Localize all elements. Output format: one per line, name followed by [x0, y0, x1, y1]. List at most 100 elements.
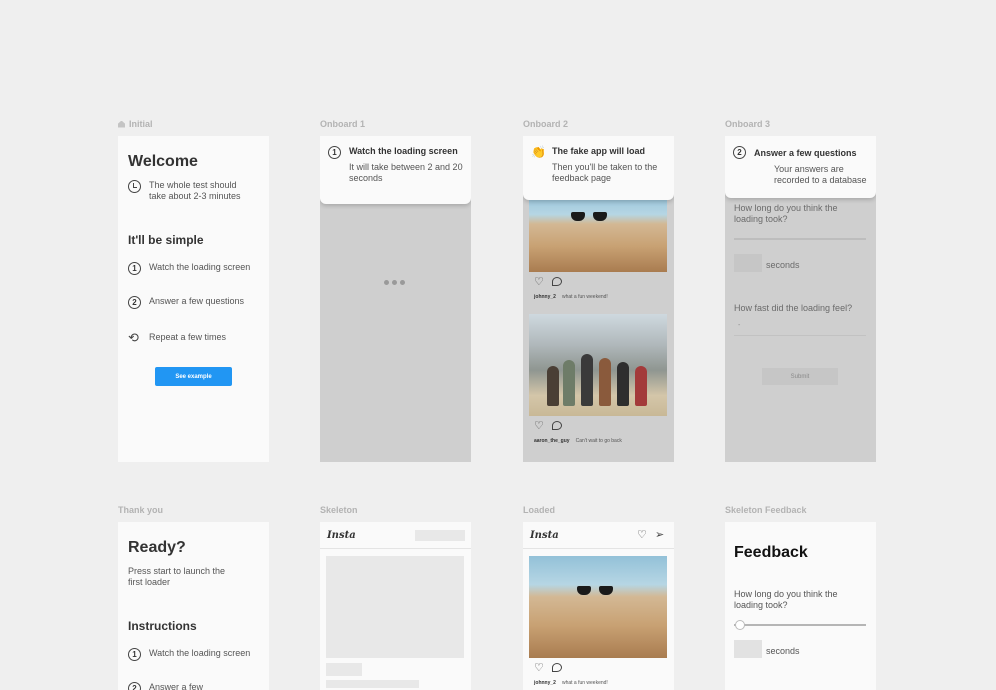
skeleton-topbar: Insta [320, 522, 471, 549]
frame-label-skeleton-feedback: Skeleton Feedback [725, 505, 807, 515]
thank-you-frame: Ready? Press start to launch the first l… [118, 522, 269, 690]
post-2-photo [529, 314, 667, 416]
instruction-2: 2 Answer a few [128, 682, 253, 690]
comment-icon[interactable] [551, 663, 562, 672]
hiker-shape [563, 360, 575, 406]
loading-dot [384, 280, 389, 285]
step-number-1-icon: 1 [128, 262, 141, 275]
onboard-3-frame: How long do you think the loading took? … [725, 136, 876, 462]
seconds-input[interactable] [734, 254, 762, 272]
ready-intro: Press start to launch the first loader [128, 566, 226, 587]
popup-subtitle: It will take between 2 and 20 seconds [349, 162, 463, 183]
feedback-title: Feedback [734, 544, 808, 561]
step-3: ⟲ Repeat a few times [128, 330, 253, 345]
heart-icon[interactable]: ♡ [534, 421, 544, 432]
hiker-shape [581, 354, 593, 406]
sunglasses-shape [571, 212, 607, 222]
step-1: 1 Watch the loading screen [128, 262, 253, 275]
step-2: 2 Answer a few questions [128, 296, 253, 309]
post-1-actions: ♡ [534, 277, 562, 288]
heart-icon[interactable]: ♡ [534, 277, 544, 288]
frame-label-onboard-3: Onboard 3 [725, 119, 771, 129]
loading-dot [400, 280, 405, 285]
popup-title: The fake app will load [552, 146, 646, 156]
send-icon[interactable]: ➢ [655, 528, 664, 541]
onboard-1-popup: 1 Watch the loading screen It will take … [320, 136, 471, 204]
post-1-caption: johnny_2 what a fun weekend! [534, 294, 608, 300]
instructions-subtitle: Instructions [128, 619, 197, 633]
frame-label-skeleton: Skeleton [320, 505, 358, 515]
sunglasses-shape [577, 586, 613, 596]
onboard-3-popup: 2 Answer a few questions Your answers ar… [725, 136, 876, 198]
instruction-2-text: Answer a few [149, 682, 204, 690]
hiker-shape [599, 358, 611, 406]
feedback-duration-slider[interactable] [734, 624, 866, 626]
submit-button[interactable]: Submit [762, 368, 838, 385]
speed-select[interactable]: - [734, 322, 866, 336]
popup-title: Answer a few questions [754, 148, 857, 158]
step-2-text: Answer a few questions [149, 296, 245, 306]
step-3-text: Repeat a few times [149, 332, 227, 342]
duration-slider[interactable] [734, 238, 866, 240]
step-number-1-icon: 1 [328, 146, 341, 159]
repeat-icon: ⟲ [128, 330, 139, 345]
frame-label-text: Initial [129, 119, 153, 129]
frame-label-onboard-1: Onboard 1 [320, 119, 366, 129]
post-1-photo [529, 192, 667, 272]
feedback-seconds-input[interactable] [734, 640, 762, 658]
popup-row: 1 Watch the loading screen It will take … [328, 146, 463, 184]
onboard-2-frame: 👏 The fake app will load Then you'll be … [523, 136, 674, 462]
intro-text: The whole test should take about 2-3 min… [149, 180, 241, 201]
feedback-seconds-label: seconds [766, 646, 800, 656]
clock-icon [128, 180, 141, 193]
popup-title: Watch the loading screen [349, 146, 458, 156]
heart-icon[interactable]: ♡ [637, 530, 647, 541]
step-number-2-icon: 2 [733, 146, 746, 159]
skeleton-placeholder [326, 663, 362, 676]
skeleton-placeholder [415, 530, 465, 541]
app-logo: Insta [327, 530, 356, 541]
hiker-shape [617, 362, 629, 406]
step-1-text: Watch the loading screen [149, 262, 251, 272]
skeleton-placeholder [326, 680, 419, 688]
popup-subtitle: Your answers are recorded to a database [774, 164, 867, 185]
feedback-q1-label: How long do you think the loading took? [734, 589, 838, 610]
loaded-post-user: johnny_2 [534, 680, 556, 686]
see-example-button[interactable]: See example [155, 367, 232, 386]
onboard-2-popup: 👏 The fake app will load Then you'll be … [523, 136, 674, 200]
popup-row: 👏 The fake app will load Then you'll be … [531, 146, 666, 184]
frame-label-thank-you: Thank you [118, 505, 164, 515]
loading-dots [384, 280, 405, 285]
app-logo: Insta [530, 530, 559, 541]
ready-title: Ready? [128, 539, 186, 556]
onboard-1-frame: 1 Watch the loading screen It will take … [320, 136, 471, 462]
loading-dot [392, 280, 397, 285]
initial-frame: Welcome The whole test should take about… [118, 136, 269, 462]
frame-label-onboard-2: Onboard 2 [523, 119, 569, 129]
post-2-caption: aaron_the_guy Can't wait to go back [534, 438, 622, 444]
heart-icon[interactable]: ♡ [534, 663, 544, 674]
q1-label: How long do you think the loading took? [734, 203, 838, 224]
popup-row: 2 Answer a few questions Your answers ar… [733, 146, 868, 186]
frame-label-loaded: Loaded [523, 505, 556, 515]
welcome-title: Welcome [128, 153, 198, 170]
loaded-frame: Insta ♡ ➢ ♡ johnny_2 what a fun weekend! [523, 522, 674, 690]
post-2-text: Can't wait to go back [575, 438, 622, 444]
skeleton-image-placeholder [326, 556, 464, 658]
post-2-actions: ♡ [534, 421, 562, 432]
seconds-label: seconds [766, 260, 800, 270]
popup-subtitle: Then you'll be taken to the feedback pag… [552, 162, 658, 183]
post-1-text: what a fun weekend! [561, 294, 608, 300]
comment-icon[interactable] [551, 277, 562, 286]
frame-label-initial: Initial [118, 119, 153, 129]
intro-row: The whole test should take about 2-3 min… [128, 180, 253, 202]
post-2-user: aaron_the_guy [534, 438, 570, 444]
instruction-1: 1 Watch the loading screen [128, 648, 253, 661]
loaded-post-actions: ♡ [534, 663, 562, 674]
step-number-2-icon: 2 [128, 296, 141, 309]
loaded-topbar: Insta ♡ ➢ [523, 522, 674, 549]
home-icon [118, 120, 125, 128]
clapping-hands-icon: 👏 [531, 145, 546, 159]
slider-knob[interactable] [735, 620, 745, 630]
comment-icon[interactable] [551, 421, 562, 430]
